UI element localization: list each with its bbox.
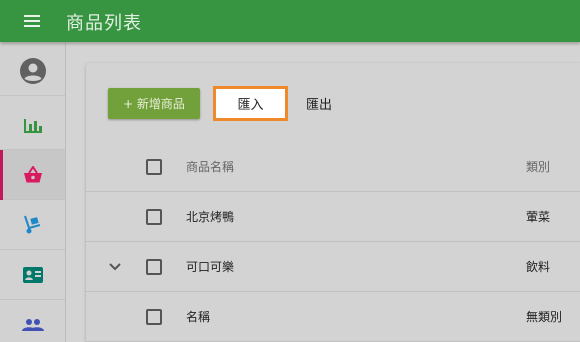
row-checkbox[interactable] [146,209,162,225]
table-row[interactable]: 名稱 無類別 [86,292,580,342]
export-button[interactable]: 匯出 [296,88,342,119]
product-category-cell: 無類別 [526,310,563,324]
add-product-button[interactable]: + 新增商品 [108,88,200,119]
product-list-panel: + 新增商品 匯入 匯出 商品名稱 類別 北京烤鴨 葷菜 可口可樂 飲料 名稱 … [86,63,580,342]
column-header-name[interactable]: 商品名稱 [186,158,234,175]
bar-chart-icon [23,118,42,133]
menu-icon[interactable] [24,15,40,27]
product-category-cell: 葷菜 [526,210,551,224]
sidebar-item-users[interactable] [0,300,65,342]
sidebar-item-shipping[interactable] [0,200,65,250]
sidebar [0,42,66,342]
app-bar: 商品列表 [0,0,580,42]
sidebar-item-reports[interactable] [0,100,65,150]
column-header-category[interactable]: 類別 [526,158,550,175]
account-circle-icon [19,57,46,84]
sidebar-item-products[interactable] [0,150,65,200]
product-category-cell: 飲料 [526,260,551,274]
row-checkbox[interactable] [146,259,162,275]
row-checkbox[interactable] [146,309,162,325]
sidebar-item-profile[interactable] [0,46,65,96]
product-name-cell: 可口可樂 [186,260,235,274]
table-row[interactable]: 可口可樂 飲料 [86,242,580,292]
contact-card-icon [22,266,43,283]
sidebar-item-contacts[interactable] [0,250,65,300]
product-name-cell: 名稱 [186,310,211,324]
chevron-down-icon[interactable] [108,261,122,273]
page-title: 商品列表 [66,13,142,34]
select-all-checkbox[interactable] [146,159,162,175]
table-row[interactable]: 北京烤鴨 葷菜 [86,192,580,242]
product-name-cell: 北京烤鴨 [186,210,235,224]
hand-truck-icon [23,215,40,233]
table-header-row: 商品名稱 類別 [86,142,580,192]
basket-icon [23,165,42,182]
people-icon [21,318,44,331]
import-button[interactable]: 匯入 [213,86,288,121]
